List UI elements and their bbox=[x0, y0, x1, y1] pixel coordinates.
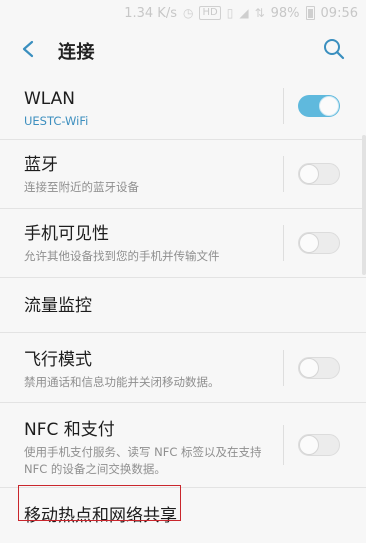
clock: 09:56 bbox=[320, 5, 358, 21]
setting-title: WLAN bbox=[24, 89, 76, 109]
setting-title: 飞行模式 bbox=[24, 350, 92, 370]
app-header: 连接 bbox=[0, 26, 366, 72]
visibility-toggle[interactable] bbox=[298, 232, 340, 254]
setting-row-wlan[interactable]: WLAN UESTC-WiFi bbox=[0, 72, 366, 140]
airplane-toggle[interactable] bbox=[298, 357, 340, 379]
data-icon: ⇅ bbox=[254, 6, 265, 20]
battery-percent: 98% bbox=[270, 5, 300, 21]
row-divider bbox=[283, 156, 284, 192]
back-arrow-icon bbox=[22, 40, 34, 58]
setting-row-airplane-mode[interactable]: 飞行模式 禁用通话和信息功能并关闭移动数据。 bbox=[0, 333, 366, 403]
toggle-knob bbox=[299, 233, 319, 253]
toggle-knob bbox=[299, 358, 319, 378]
subtitle-line: NFC 的设备之间交换数据。 bbox=[24, 462, 166, 476]
nfc-toggle[interactable] bbox=[298, 434, 340, 456]
row-divider bbox=[283, 350, 284, 386]
battery-icon bbox=[305, 6, 315, 20]
row-divider bbox=[283, 88, 284, 124]
setting-subtitle: 禁用通话和信息功能并关闭移动数据。 bbox=[24, 375, 220, 389]
search-button[interactable] bbox=[320, 35, 348, 63]
setting-row-data-usage[interactable]: 流量监控 bbox=[0, 278, 366, 333]
setting-subtitle: 连接至附近的蓝牙设备 bbox=[24, 180, 139, 194]
wlan-toggle[interactable] bbox=[298, 95, 340, 117]
bluetooth-toggle[interactable] bbox=[298, 163, 340, 185]
alarm-icon: ◷ bbox=[183, 6, 194, 20]
setting-title: 流量监控 bbox=[24, 296, 92, 316]
signal-icon: ◢ bbox=[239, 6, 249, 20]
setting-title: 蓝牙 bbox=[24, 155, 58, 175]
back-button[interactable] bbox=[14, 35, 42, 63]
setting-title: NFC 和支付 bbox=[24, 420, 115, 440]
settings-list: WLAN UESTC-WiFi 蓝牙 连接至附近的蓝牙设备 手机可见性 允许其他 bbox=[0, 72, 366, 543]
setting-row-nfc[interactable]: NFC 和支付 使用手机支付服务、读写 NFC 标签以及在支持 NFC 的设备之… bbox=[0, 403, 366, 488]
toggle-knob bbox=[299, 435, 319, 455]
setting-row-phone-visibility[interactable]: 手机可见性 允许其他设备找到您的手机并传输文件 bbox=[0, 209, 366, 278]
setting-subtitle: UESTC-WiFi bbox=[24, 114, 89, 128]
vibrate-icon: ▯ bbox=[226, 6, 234, 20]
setting-subtitle: 使用手机支付服务、读写 NFC 标签以及在支持 NFC 的设备之间交换数据。 bbox=[24, 444, 286, 478]
settings-screen: 1.34 K/s ◷ HD ▯ ◢ ⇅ 98% 09:56 连接 WLAN UE… bbox=[0, 0, 366, 543]
status-bar: 1.34 K/s ◷ HD ▯ ◢ ⇅ 98% 09:56 bbox=[0, 0, 366, 26]
row-divider bbox=[283, 425, 284, 465]
row-divider bbox=[283, 225, 284, 261]
search-icon bbox=[324, 39, 345, 60]
toggle-knob bbox=[319, 96, 339, 116]
setting-subtitle: 允许其他设备找到您的手机并传输文件 bbox=[24, 249, 220, 263]
hd-badge: HD bbox=[199, 6, 221, 20]
setting-title: 手机可见性 bbox=[24, 224, 109, 244]
page-title: 连接 bbox=[58, 42, 95, 63]
network-speed: 1.34 K/s bbox=[124, 5, 177, 21]
setting-row-bluetooth[interactable]: 蓝牙 连接至附近的蓝牙设备 bbox=[0, 140, 366, 209]
highlight-annotation bbox=[18, 485, 181, 521]
scroll-indicator bbox=[362, 135, 366, 275]
subtitle-line: 使用手机支付服务、读写 NFC 标签以及在支持 bbox=[24, 445, 262, 459]
toggle-knob bbox=[299, 164, 319, 184]
